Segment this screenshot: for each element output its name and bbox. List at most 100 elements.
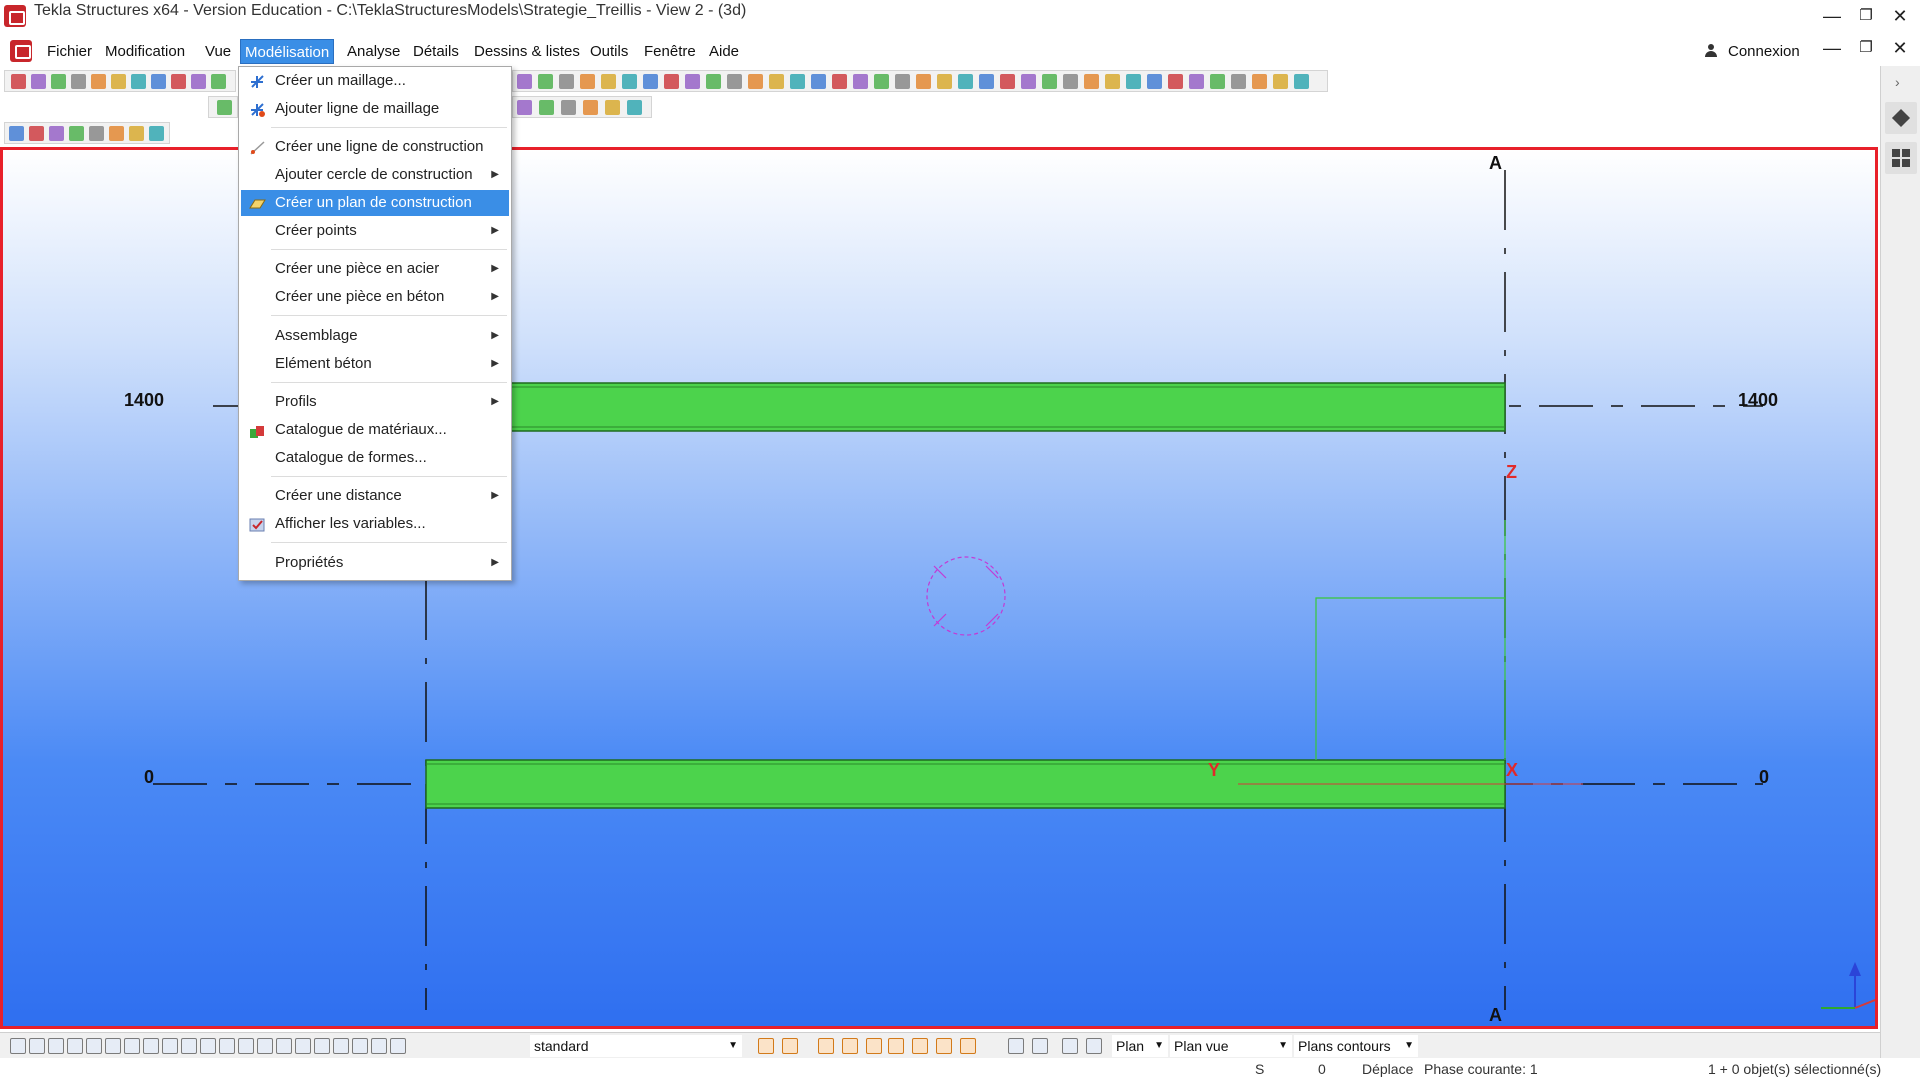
toolbar-tool-icon[interactable] — [958, 74, 973, 89]
selection-filter-dropdown[interactable]: standard ▼ — [530, 1035, 742, 1057]
menu-element-beton[interactable]: Elément béton ▶ — [241, 351, 509, 377]
toolbar-tool-icon[interactable] — [191, 74, 206, 89]
menu-creer-piece-beton[interactable]: Créer une pièce en béton ▶ — [241, 284, 509, 310]
toolbar-tool-icon[interactable] — [1105, 74, 1120, 89]
menu-modification[interactable]: Modification — [101, 39, 189, 64]
connexion-link[interactable]: Connexion — [1728, 39, 1800, 64]
selection-switch-icon[interactable] — [912, 1038, 928, 1054]
toolbar-tool-icon[interactable] — [559, 74, 574, 89]
toolbar-tool-icon[interactable] — [217, 100, 232, 115]
toolbar-tool-icon[interactable] — [149, 126, 164, 141]
selection-switch-icon[interactable] — [238, 1038, 254, 1054]
menu-creer-plan-construction[interactable]: Créer un plan de construction — [241, 190, 509, 216]
toolbar-tool-icon[interactable] — [1021, 74, 1036, 89]
selection-switch-icon[interactable] — [888, 1038, 904, 1054]
close-icon[interactable]: ✕ — [1886, 4, 1914, 28]
toolbar-tool-icon[interactable] — [853, 74, 868, 89]
toolbar-tool-icon[interactable] — [1000, 74, 1015, 89]
selection-switch-icon[interactable] — [371, 1038, 387, 1054]
selection-switch-icon[interactable] — [295, 1038, 311, 1054]
toolbar-tool-icon[interactable] — [11, 74, 26, 89]
selection-switch-icon[interactable] — [86, 1038, 102, 1054]
chevron-right-icon[interactable]: › — [1895, 74, 1900, 90]
menu-creer-points[interactable]: Créer points ▶ — [241, 218, 509, 244]
menu-creer-distance[interactable]: Créer une distance ▶ — [241, 483, 509, 509]
applications-components-icon[interactable] — [1885, 142, 1917, 174]
selection-switch-icon[interactable] — [181, 1038, 197, 1054]
selection-switch-icon[interactable] — [1062, 1038, 1078, 1054]
menu-catalogue-formes[interactable]: Catalogue de formes... — [241, 445, 509, 471]
toolbar-tool-icon[interactable] — [51, 74, 66, 89]
menu-fichier[interactable]: Fichier — [43, 39, 96, 64]
property-cube-icon[interactable] — [1885, 102, 1917, 134]
selection-switch-icon[interactable] — [276, 1038, 292, 1054]
toolbar-tool-icon[interactable] — [1252, 74, 1267, 89]
toolbar-tool-icon[interactable] — [131, 74, 146, 89]
selection-switch-icon[interactable] — [124, 1038, 140, 1054]
toolbar-tool-icon[interactable] — [1189, 74, 1204, 89]
menu-assemblage[interactable]: Assemblage ▶ — [241, 323, 509, 349]
toolbar-tool-icon[interactable] — [171, 74, 186, 89]
menu-creer-piece-acier[interactable]: Créer une pièce en acier ▶ — [241, 256, 509, 282]
toolbar-tool-icon[interactable] — [151, 74, 166, 89]
toolbar-tool-icon[interactable] — [69, 126, 84, 141]
toolbar-tool-icon[interactable] — [811, 74, 826, 89]
toolbar-tool-icon[interactable] — [601, 74, 616, 89]
menu-details[interactable]: Détails — [409, 39, 463, 64]
menu-dessins-listes[interactable]: Dessins & listes — [470, 39, 584, 64]
menu-fenetre[interactable]: Fenêtre — [640, 39, 700, 64]
toolbar-tool-icon[interactable] — [706, 74, 721, 89]
toolbar-tool-icon[interactable] — [1273, 74, 1288, 89]
plane-dropdown[interactable]: Plan ▼ — [1112, 1035, 1168, 1057]
toolbar-tool-icon[interactable] — [517, 100, 532, 115]
toolbar-tool-icon[interactable] — [748, 74, 763, 89]
toolbar-tool-icon[interactable] — [605, 100, 620, 115]
selection-switch-icon[interactable] — [105, 1038, 121, 1054]
toolbar-tool-icon[interactable] — [874, 74, 889, 89]
toolbar-tool-icon[interactable] — [895, 74, 910, 89]
selection-switch-icon[interactable] — [1032, 1038, 1048, 1054]
toolbar-tool-icon[interactable] — [111, 74, 126, 89]
selection-switch-icon[interactable] — [960, 1038, 976, 1054]
toolbar-tool-icon[interactable] — [664, 74, 679, 89]
toolbar-tool-icon[interactable] — [790, 74, 805, 89]
toolbar-tool-icon[interactable] — [979, 74, 994, 89]
toolbar-tool-icon[interactable] — [769, 74, 784, 89]
selection-switch-icon[interactable] — [818, 1038, 834, 1054]
toolbar-tool-icon[interactable] — [538, 74, 553, 89]
toolbar-tool-icon[interactable] — [29, 126, 44, 141]
selection-switch-icon[interactable] — [782, 1038, 798, 1054]
selection-switch-icon[interactable] — [143, 1038, 159, 1054]
toolbar-tool-icon[interactable] — [1126, 74, 1141, 89]
doc-close-icon[interactable]: ✕ — [1886, 36, 1914, 60]
toolbar-tool-icon[interactable] — [1063, 74, 1078, 89]
menu-modelisation[interactable]: Modélisation — [240, 39, 335, 64]
toolbar-tool-icon[interactable] — [627, 100, 642, 115]
menu-aide[interactable]: Aide — [705, 39, 743, 64]
toolbar-tool-icon[interactable] — [580, 74, 595, 89]
toolbar-tool-icon[interactable] — [583, 100, 598, 115]
contour-planes-dropdown[interactable]: Plans contours ▼ — [1294, 1035, 1418, 1057]
toolbar-tool-icon[interactable] — [622, 74, 637, 89]
doc-restore-icon[interactable]: ❐ — [1852, 36, 1880, 60]
selection-switch-icon[interactable] — [314, 1038, 330, 1054]
toolbar-tool-icon[interactable] — [89, 126, 104, 141]
view-plane-dropdown[interactable]: Plan vue ▼ — [1170, 1035, 1292, 1057]
toolbar-tool-icon[interactable] — [109, 126, 124, 141]
menu-catalogue-materiaux[interactable]: Catalogue de matériaux... — [241, 417, 509, 443]
selection-switch-icon[interactable] — [866, 1038, 882, 1054]
selection-switch-icon[interactable] — [842, 1038, 858, 1054]
toolbar-tool-icon[interactable] — [937, 74, 952, 89]
toolbar-tool-icon[interactable] — [1210, 74, 1225, 89]
toolbar-tool-icon[interactable] — [129, 126, 144, 141]
selection-switch-icon[interactable] — [333, 1038, 349, 1054]
menu-analyse[interactable]: Analyse — [343, 39, 404, 64]
selection-switch-icon[interactable] — [1008, 1038, 1024, 1054]
menu-vue[interactable]: Vue — [201, 39, 235, 64]
selection-switch-icon[interactable] — [48, 1038, 64, 1054]
toolbar-tool-icon[interactable] — [71, 74, 86, 89]
selection-switch-icon[interactable] — [200, 1038, 216, 1054]
menu-profils[interactable]: Profils ▶ — [241, 389, 509, 415]
selection-switch-icon[interactable] — [67, 1038, 83, 1054]
toolbar-tool-icon[interactable] — [31, 74, 46, 89]
